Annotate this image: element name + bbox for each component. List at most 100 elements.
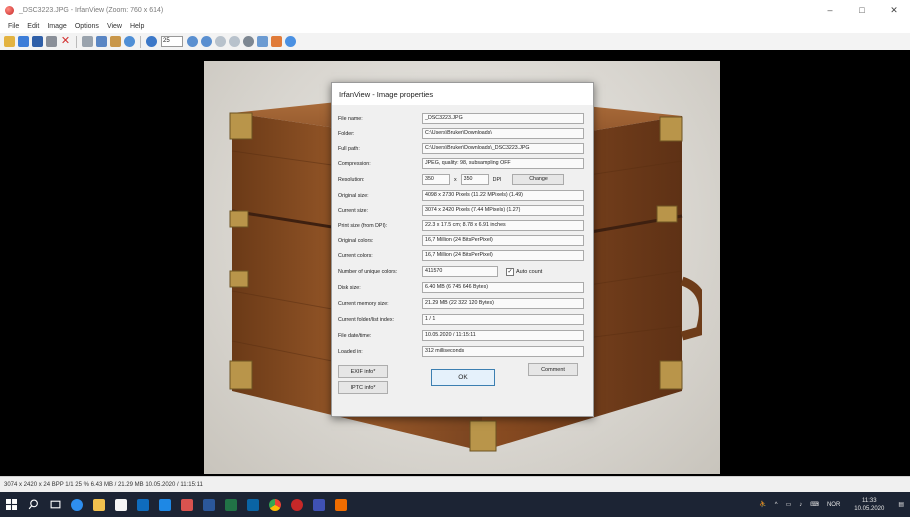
prop-value: 22.3 x 17.5 cm; 8.78 x 6.91 inches [422,220,584,231]
copy-icon[interactable] [96,36,107,47]
taskbar: ⛹ ^ ▭ ♪ ⌨ NOR 11:33 10.05.2020 ▤ [0,492,910,517]
window-controls: – □ ✕ [814,0,910,20]
chrome-icon[interactable] [242,492,264,517]
prop-row-file-date: File date/time: 10.05.2020 / 11:15:11 [338,330,584,341]
prop-label: File name: [338,115,363,122]
task-view-icon[interactable] [44,492,66,517]
slideshow-icon[interactable] [18,36,29,47]
resolution-separator: x [454,176,457,183]
prop-value[interactable]: _DSC3223.JPG [422,113,584,124]
resolution-y-input[interactable]: 350 [460,174,489,185]
exif-info-button[interactable]: EXIF info* [338,365,388,378]
prop-label: File date/time: [338,332,372,339]
volume-icon[interactable]: ♪ [799,502,802,508]
prop-row-disk-size: Disk size: 6.40 MB (6 745 646 Bytes) [338,282,584,293]
photos-icon[interactable] [154,492,176,517]
irfanview-icon[interactable] [264,492,286,517]
prop-value: 6.40 MB (6 745 646 Bytes) [422,282,584,293]
refresh-icon[interactable] [257,36,268,47]
maximize-button[interactable]: □ [846,0,878,20]
undo-icon[interactable] [124,36,135,47]
prop-row-compression: Compression: JPEG, quality: 98, subsampl… [338,158,584,169]
prop-row-file-name: File name: _DSC3223.JPG [338,113,584,124]
irfanview-app-icon[interactable] [5,5,14,15]
status-bar: 3074 x 2420 x 24 BPP 1/1 25 % 6.43 MB / … [0,476,910,492]
prop-value[interactable]: C:\Users\Bruker\Downloads\ [422,128,584,139]
change-resolution-button[interactable]: Change [511,174,564,185]
auto-count-checkbox[interactable]: ✓ Auto count [506,267,542,276]
search-icon[interactable] [22,492,44,517]
prop-value: 1 / 1 [422,314,584,325]
save-icon[interactable] [32,36,43,47]
comment-button[interactable]: Comment [528,363,578,376]
network-icon[interactable]: ▭ [786,501,792,508]
prop-value: 411570 [422,266,498,277]
language-indicator[interactable]: NOR [827,502,840,508]
prop-value: 312 milliseconds [422,346,584,357]
minimize-button[interactable]: – [814,0,846,20]
tray-chevron-icon[interactable]: ^ [775,502,778,508]
prop-row-unique-colors: Number of unique colors: 411570 ✓ Auto c… [338,266,542,277]
menu-file[interactable]: File [4,23,23,30]
magnifier-icon [28,499,38,510]
resolution-unit: DPI [492,176,502,183]
file-explorer-icon[interactable] [88,492,110,517]
excel-icon[interactable] [198,492,220,517]
zoom-out-icon[interactable] [201,36,212,47]
menu-help[interactable]: Help [126,23,148,30]
checkbox-checked-icon[interactable]: ✓ [506,267,514,276]
word-icon[interactable] [176,492,198,517]
zoom-select[interactable]: 25 [161,36,183,47]
prop-value[interactable]: C:\Users\Bruker\Downloads\_DSC3223.JPG [422,143,584,154]
title-bar: _DSC3223.JPG - IrfanView (Zoom: 760 x 61… [0,0,910,20]
edge-icon[interactable] [66,492,88,517]
keyboard-icon[interactable]: ⌨ [810,501,819,508]
ok-button[interactable]: OK [431,369,495,386]
image-properties-dialog: IrfanView - Image properties File name: … [331,82,594,417]
person-icon[interactable]: ⛹ [759,501,766,508]
zoom-in-icon[interactable] [187,36,198,47]
iptc-info-button[interactable]: IPTC info* [338,381,388,394]
next-icon[interactable] [229,36,240,47]
dialog-title: IrfanView - Image properties [332,83,593,105]
menu-image[interactable]: Image [43,23,70,30]
info-icon[interactable] [146,36,157,47]
menu-options[interactable]: Options [71,23,103,30]
prop-row-loaded-in: Loaded in: 312 milliseconds [338,346,584,357]
menu-bar: File Edit Image Options View Help [0,20,910,33]
store-icon[interactable] [110,492,132,517]
menu-view[interactable]: View [103,23,126,30]
outlook-icon[interactable] [220,492,242,517]
prop-label: Number of unique colors: [338,268,398,275]
prop-value: 16,7 Million (24 BitsPerPixel) [422,250,584,261]
prop-value: 21.29 MB (22 322 120 Bytes) [422,298,584,309]
start-icon[interactable] [0,492,22,517]
settings-icon[interactable] [243,36,254,47]
prop-row-memory-size: Current memory size: 21.29 MB (22 322 12… [338,298,584,309]
prop-value: 10.05.2020 / 11:15:11 [422,330,584,341]
prop-row-print-size: Print size (from DPI): 22.3 x 17.5 cm; 8… [338,220,584,231]
word-alt-icon[interactable] [286,492,308,517]
app-icon[interactable] [308,492,330,517]
cut-icon[interactable] [82,36,93,47]
menu-edit[interactable]: Edit [23,23,43,30]
resolution-x-input[interactable]: 350 [422,174,450,185]
print-icon[interactable] [46,36,57,47]
close-button[interactable]: ✕ [878,0,910,20]
misc-app-icon[interactable] [330,492,352,517]
paste-icon[interactable] [110,36,121,47]
prop-row-current-size: Current size: 3074 x 2420 Pixels (7.44 M… [338,205,584,216]
paint-icon[interactable] [271,36,282,47]
delete-icon[interactable]: ✕ [60,36,71,47]
prop-label: Folder: [338,130,355,137]
open-folder-icon[interactable] [4,36,15,47]
task-view-glyph-icon [50,500,60,509]
prop-row-current-colors: Current colors: 16,7 Million (24 BitsPer… [338,250,584,261]
prop-row-resolution: Resolution: 350 x 350 DPI Change [338,174,564,185]
notifications-icon[interactable]: ▤ [898,501,904,508]
about-icon[interactable] [285,36,296,47]
mail-icon[interactable] [132,492,154,517]
clock[interactable]: 11:33 10.05.2020 [850,497,888,513]
previous-icon[interactable] [215,36,226,47]
prop-label: Current colors: [338,252,373,259]
